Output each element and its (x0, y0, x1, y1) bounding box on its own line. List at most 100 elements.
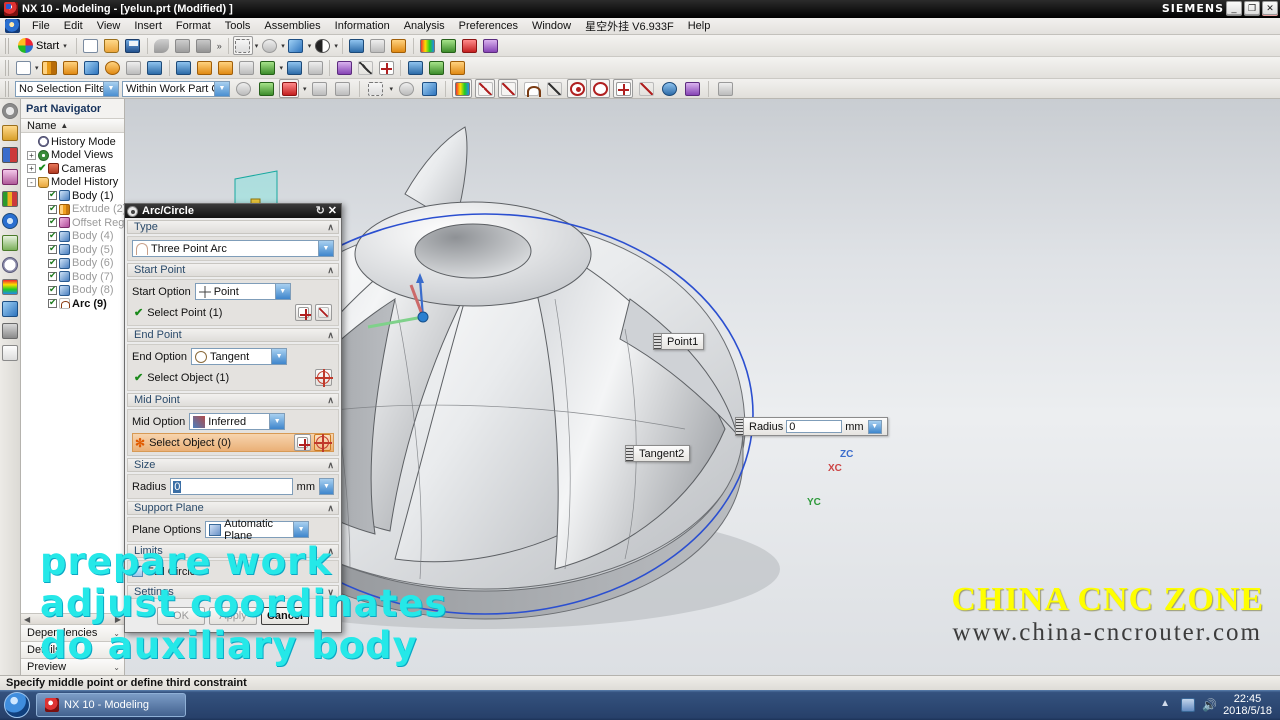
tree-item-checkbox[interactable] (48, 243, 57, 255)
move-object-button[interactable] (439, 36, 459, 55)
tray-arrow-icon[interactable]: ▲ (1160, 698, 1174, 712)
open-file-button[interactable] (102, 36, 122, 55)
trim-body-button[interactable] (174, 58, 194, 77)
mdi-close-button[interactable]: ✕ (1262, 1, 1278, 15)
tree-item-checkbox[interactable] (48, 189, 57, 201)
arc-type-combo[interactable]: Three Point Arc ▼ (132, 240, 334, 257)
layer-settings-button[interactable] (418, 36, 438, 55)
menu-view[interactable]: View (90, 19, 128, 33)
tree-item-checkbox[interactable] (48, 297, 57, 309)
taskbar-item-nx[interactable]: NX 10 - Modeling (36, 693, 186, 717)
system-materials-icon[interactable] (2, 279, 18, 295)
menu-preferences[interactable]: Preferences (452, 19, 525, 33)
history-palette-icon[interactable] (2, 235, 18, 251)
tree-item[interactable]: Body (6) (21, 257, 124, 271)
start-menu-button[interactable]: Start ▾ (13, 36, 72, 55)
tree-item[interactable]: + ✔ Cameras (21, 162, 124, 176)
select-mid-object-row[interactable]: ✻ Select Object (0) (132, 433, 334, 452)
pattern-geometry-button[interactable] (216, 58, 236, 77)
wireframe-button[interactable] (368, 36, 388, 55)
tree-item-checkbox[interactable] (48, 270, 57, 282)
tree-item[interactable]: Body (4) (21, 230, 124, 244)
mid-option-combo[interactable]: Inferred ▼ (189, 413, 286, 430)
menu-tools[interactable]: Tools (218, 19, 258, 33)
up-to-face-button[interactable] (256, 79, 276, 98)
through-curves-button[interactable] (426, 58, 446, 77)
collapse-icon[interactable]: - (27, 177, 36, 187)
render-style-button[interactable] (389, 36, 409, 55)
expand-icon[interactable]: + (27, 164, 36, 174)
menu-insert[interactable]: Insert (127, 19, 169, 33)
start-point-section-header[interactable]: Start Point ∧ (127, 263, 339, 277)
chevron-down-icon[interactable]: ▼ (274, 284, 290, 299)
menu-plugin[interactable]: 星空外挂 V6.933F (578, 17, 681, 35)
point1-label[interactable]: Point1 (653, 333, 705, 350)
resource-settings-icon[interactable] (2, 103, 18, 119)
menu-file[interactable]: File (25, 19, 57, 33)
chevron-down-icon[interactable]: ▾ (334, 42, 338, 50)
mdi-minimize-button[interactable]: _ (1226, 1, 1242, 15)
menu-format[interactable]: Format (169, 19, 218, 33)
tree-item[interactable]: Body (8) (21, 284, 124, 298)
start-option-combo[interactable]: Point ▼ (194, 283, 291, 300)
menu-edit[interactable]: Edit (57, 19, 90, 33)
sketch-button[interactable] (13, 58, 33, 77)
solid-body-button[interactable] (419, 79, 439, 98)
clock-history-icon[interactable] (2, 257, 18, 273)
hole-button[interactable] (103, 58, 123, 77)
chevron-down-icon[interactable]: ▾ (308, 42, 312, 50)
radius-input-widget[interactable]: Radius 0 mm ▼ (735, 417, 888, 436)
datum-axis-button[interactable] (355, 58, 375, 77)
plane-options-combo[interactable]: Automatic Plane ▼ (205, 518, 310, 542)
fillet-curve-button[interactable] (659, 79, 679, 98)
point-snap-button[interactable] (315, 304, 332, 321)
new-file-button[interactable] (81, 36, 101, 55)
tangent2-label[interactable]: Tangent2 (625, 445, 691, 462)
spline-button[interactable] (521, 79, 541, 98)
datum-plane-button[interactable] (334, 58, 354, 77)
reuse-library-icon[interactable] (2, 191, 18, 207)
selection-filter-combo[interactable]: No Selection Filter ▼ (15, 80, 119, 97)
mdi-maximize-button[interactable]: ❐ (1244, 1, 1260, 15)
trim-curve-button[interactable] (682, 79, 702, 98)
chevron-down-icon[interactable]: ▼ (103, 81, 118, 96)
drag-handle-icon[interactable] (626, 446, 634, 461)
tree-item[interactable]: Body (5) (21, 243, 124, 257)
selection-scope-combo[interactable]: Within Work Part Only ▼ (122, 80, 230, 97)
chevron-down-icon[interactable]: ▼ (293, 522, 309, 537)
tree-item[interactable]: Body (1) (21, 189, 124, 203)
helix-button[interactable] (544, 79, 564, 98)
swept-button[interactable] (447, 58, 467, 77)
mid-point-section-header[interactable]: Mid Point ∧ (127, 393, 339, 407)
chevron-down-icon[interactable]: ▾ (390, 85, 394, 93)
expand-icon[interactable]: + (27, 150, 36, 160)
type-section-header[interactable]: Type ∧ (127, 220, 339, 234)
mirror-button[interactable] (237, 58, 257, 77)
tray-network-icon[interactable] (1181, 698, 1196, 712)
shading-button[interactable] (312, 36, 332, 55)
drag-handle-icon[interactable] (736, 418, 744, 435)
constraint-navigator-icon[interactable] (2, 147, 18, 163)
scroll-left-icon[interactable]: ◀ (24, 615, 30, 624)
chevron-down-icon[interactable]: ▼ (271, 349, 287, 364)
point-button[interactable] (613, 79, 634, 98)
offset-face-button[interactable] (284, 58, 304, 77)
tree-item[interactable]: Body (7) (21, 270, 124, 284)
measure-button[interactable] (481, 36, 501, 55)
arc-circle-button[interactable] (590, 79, 611, 98)
extrude-button[interactable] (40, 58, 60, 77)
radius-widget-spinner[interactable]: ▼ (867, 419, 882, 434)
circle-button[interactable] (567, 79, 588, 98)
view-section-button[interactable] (396, 79, 416, 98)
bookmark-icon[interactable] (2, 345, 18, 361)
menu-assemblies[interactable]: Assemblies (257, 19, 327, 33)
point-set-button[interactable] (376, 58, 396, 77)
hd3d-tools-icon[interactable] (2, 301, 18, 317)
tree-item[interactable]: Arc (9) (21, 297, 124, 311)
menu-help[interactable]: Help (681, 19, 718, 33)
tree-item-checkbox[interactable] (48, 203, 57, 214)
radius-input[interactable]: 0 (170, 478, 293, 495)
more-features-button[interactable] (305, 58, 325, 77)
toolbar-overflow-button[interactable]: » (215, 41, 224, 51)
line-two-button[interactable] (498, 79, 519, 98)
